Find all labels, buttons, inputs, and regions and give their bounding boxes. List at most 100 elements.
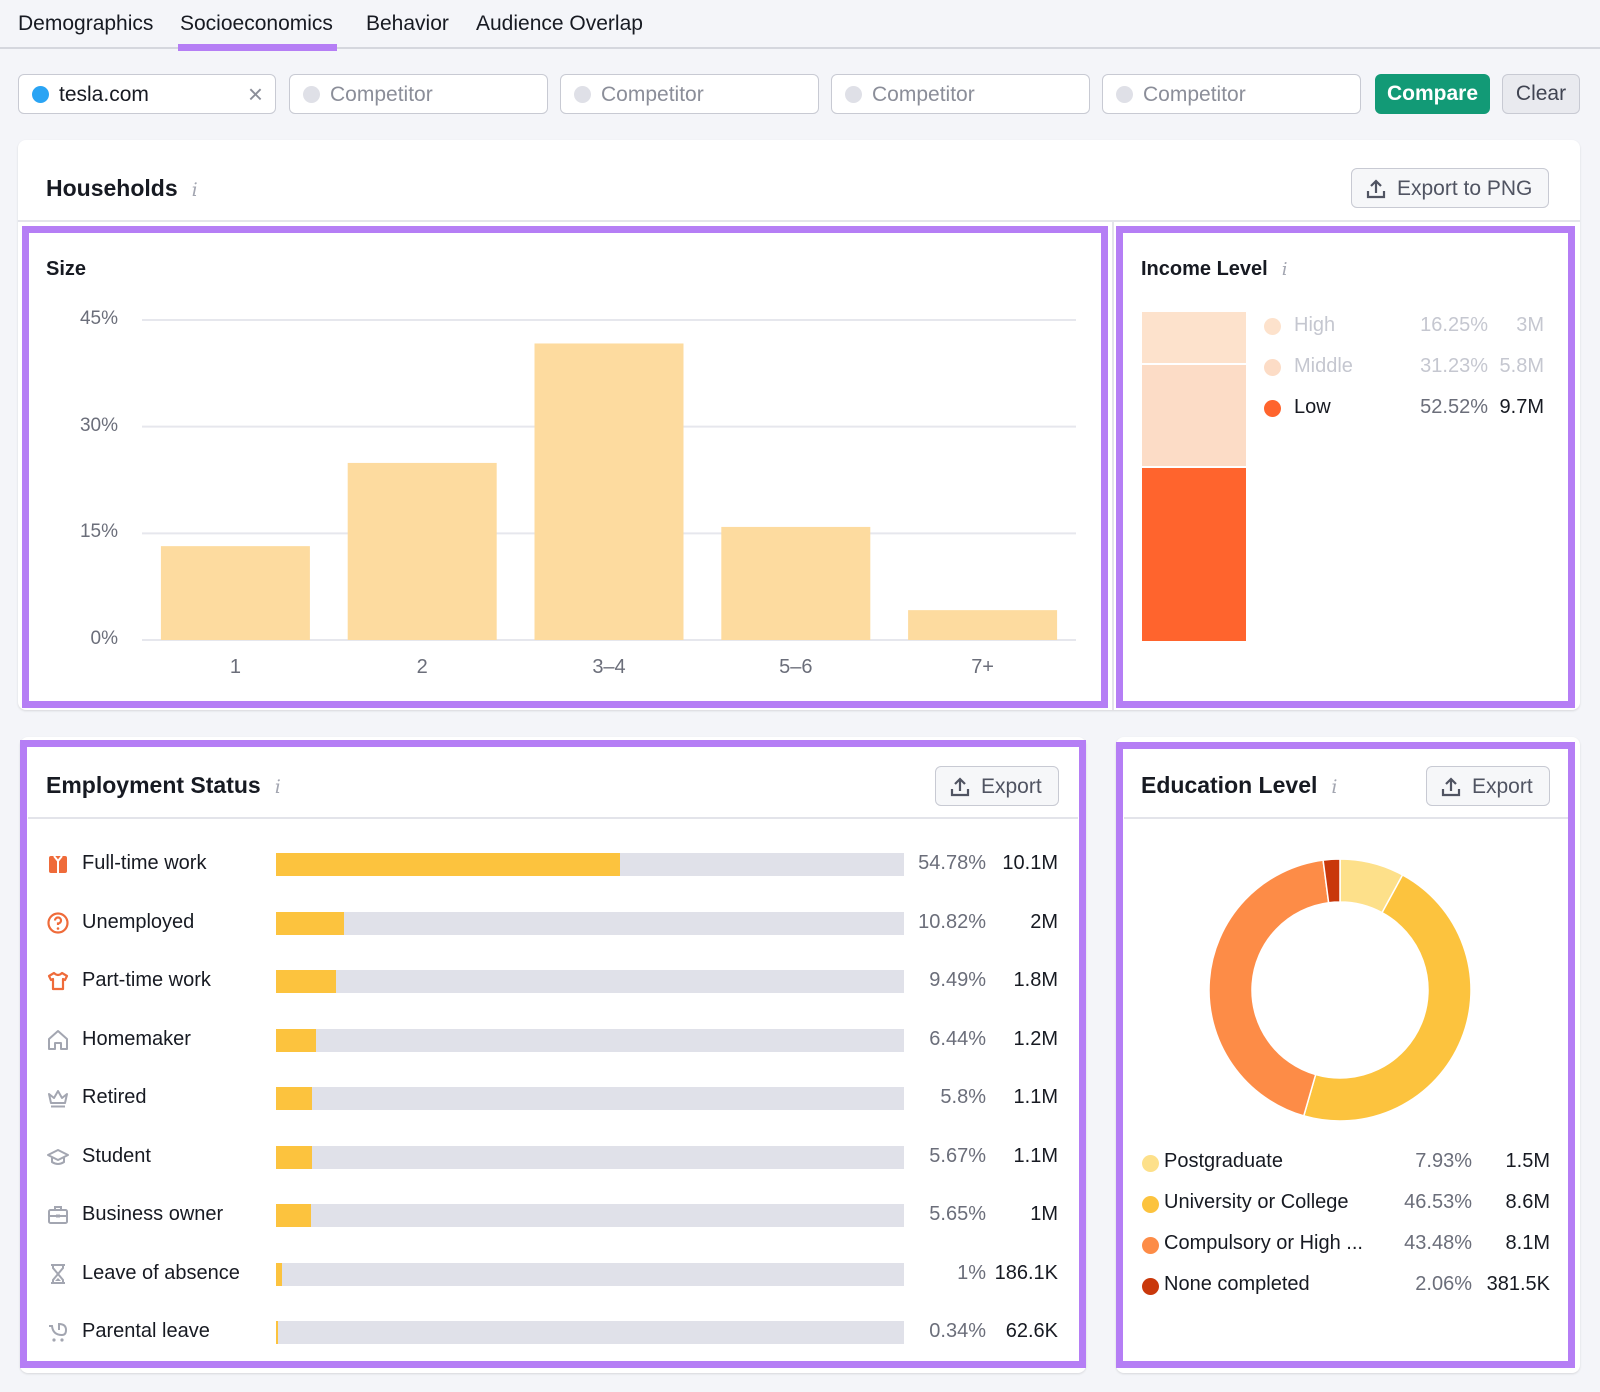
donut-slice-2[interactable] <box>1208 859 1330 1117</box>
clear-button[interactable]: Clear <box>1502 74 1580 114</box>
income-legend-item[interactable]: Middle 31.23% 5.8M <box>1264 355 1554 381</box>
upload-icon <box>1441 777 1461 797</box>
competitor-input-4[interactable]: Competitor <box>1102 74 1361 114</box>
export-to-png-button[interactable]: Export to PNG <box>1351 168 1549 208</box>
employment-bar-fill <box>276 853 621 876</box>
upload-icon <box>1366 179 1386 199</box>
legend-dot <box>1142 1237 1159 1254</box>
donut-slice-1[interactable] <box>1302 873 1472 1122</box>
employment-label: Unemployed <box>82 910 195 933</box>
employment-percent: 10.82% <box>918 910 986 933</box>
income-level-title-text: Income Level <box>1141 258 1268 280</box>
education-export-label: Export <box>1472 775 1533 798</box>
employment-bar-track[interactable] <box>276 1028 904 1052</box>
education-label: Compulsory or High ... <box>1164 1232 1363 1254</box>
info-icon[interactable]: i <box>275 776 281 798</box>
employment-title: Employment Status i <box>46 772 281 799</box>
employment-divider <box>28 817 1078 819</box>
employment-label: Student <box>82 1144 151 1167</box>
income-segment-high[interactable] <box>1142 312 1246 364</box>
employment-bar-track[interactable] <box>276 1262 904 1286</box>
employment-bar-track[interactable] <box>276 853 904 876</box>
info-icon[interactable]: i <box>1282 259 1288 280</box>
info-icon[interactable]: i <box>1331 776 1337 798</box>
legend-dot <box>1142 1196 1159 1213</box>
income-label: Low <box>1294 396 1331 418</box>
employment-bar-track[interactable] <box>276 1321 904 1344</box>
compare-button[interactable]: Compare <box>1375 74 1490 114</box>
employment-bar-track[interactable] <box>276 911 904 935</box>
income-segment-low[interactable] <box>1142 468 1246 641</box>
income-segment-middle[interactable] <box>1142 365 1246 467</box>
income-label: Middle <box>1294 355 1353 377</box>
income-value: 9.7M <box>1499 396 1544 418</box>
households-vertical-divider <box>1112 222 1114 710</box>
employment-export-button[interactable]: Export <box>935 766 1059 806</box>
size-bar-chart <box>142 319 1076 641</box>
bar-7+[interactable] <box>908 610 1058 640</box>
income-legend-item[interactable]: Low 52.52% 9.7M <box>1264 396 1554 422</box>
bar-1[interactable] <box>160 546 310 640</box>
competitor-color-dot <box>1116 86 1133 103</box>
income-label: High <box>1294 314 1336 336</box>
bar-5–6[interactable] <box>721 526 871 640</box>
competitor-placeholder: Competitor <box>1143 83 1246 106</box>
y-tick-label: 15% <box>79 521 118 543</box>
briefcase-icon <box>48 1206 68 1224</box>
shirt-tie-icon <box>49 855 67 873</box>
income-value: 3M <box>1516 314 1544 336</box>
legend-dot <box>1264 318 1281 335</box>
education-divider <box>1124 817 1572 819</box>
legend-dot <box>1142 1278 1159 1295</box>
education-value: 1.5M <box>1505 1150 1550 1172</box>
income-legend-item[interactable]: High 16.25% 3M <box>1264 314 1554 340</box>
bar-3–4[interactable] <box>534 343 684 640</box>
employment-percent: 1% <box>957 1261 986 1284</box>
education-label: Postgraduate <box>1164 1150 1283 1172</box>
education-export-button[interactable]: Export <box>1426 766 1550 806</box>
income-percent: 31.23% <box>1420 355 1488 377</box>
education-title: Education Level i <box>1141 772 1337 799</box>
employment-label: Homemaker <box>82 1027 191 1050</box>
employment-bar-track[interactable] <box>276 1087 904 1110</box>
education-value: 381.5K <box>1486 1273 1550 1295</box>
legend-dot <box>1264 400 1281 417</box>
education-percent: 2.06% <box>1415 1273 1472 1295</box>
education-value: 8.1M <box>1505 1232 1550 1254</box>
income-level-title: Income Level i <box>1141 258 1287 281</box>
employment-label: Parental leave <box>82 1320 210 1342</box>
employment-bar-fill <box>276 1145 312 1169</box>
employment-bar-fill <box>276 911 344 935</box>
question-circle-icon <box>47 911 69 934</box>
employment-bar-track[interactable] <box>276 970 904 993</box>
stroller-icon <box>49 1322 68 1342</box>
y-tick-label: 45% <box>79 308 118 329</box>
education-label: None completed <box>1164 1273 1310 1295</box>
income-percent: 16.25% <box>1420 314 1488 336</box>
employment-label: Leave of absence <box>82 1261 240 1284</box>
hourglass-icon <box>51 1263 65 1284</box>
education-percent: 43.48% <box>1404 1232 1472 1254</box>
x-tick-label: 5–6 <box>779 656 813 678</box>
employment-label: Business owner <box>82 1203 224 1225</box>
education-percent: 7.93% <box>1415 1150 1472 1172</box>
y-tick-label: 0% <box>90 628 118 649</box>
employment-export-label: Export <box>981 775 1042 798</box>
employment-percent: 6.44% <box>929 1027 986 1050</box>
employment-value: 62.6K <box>1005 1320 1058 1342</box>
employment-bar-fill <box>276 1262 283 1286</box>
education-title-text: Education Level <box>1141 772 1318 798</box>
employment-label: Part-time work <box>82 969 211 991</box>
education-percent: 46.53% <box>1404 1191 1472 1213</box>
education-donut-chart <box>1208 858 1472 1122</box>
bar-2[interactable] <box>347 462 497 640</box>
employment-percent: 5.67% <box>929 1144 986 1167</box>
employment-bar-track[interactable] <box>276 1145 904 1169</box>
employment-value: 1.1M <box>1013 1144 1058 1167</box>
x-tick-label: 7+ <box>971 656 994 678</box>
x-tick-label: 1 <box>229 656 241 678</box>
employment-bar-track[interactable] <box>276 1204 904 1227</box>
employment-bar-fill <box>276 1204 312 1227</box>
employment-percent: 9.49% <box>929 969 986 991</box>
legend-dot <box>1142 1155 1159 1172</box>
